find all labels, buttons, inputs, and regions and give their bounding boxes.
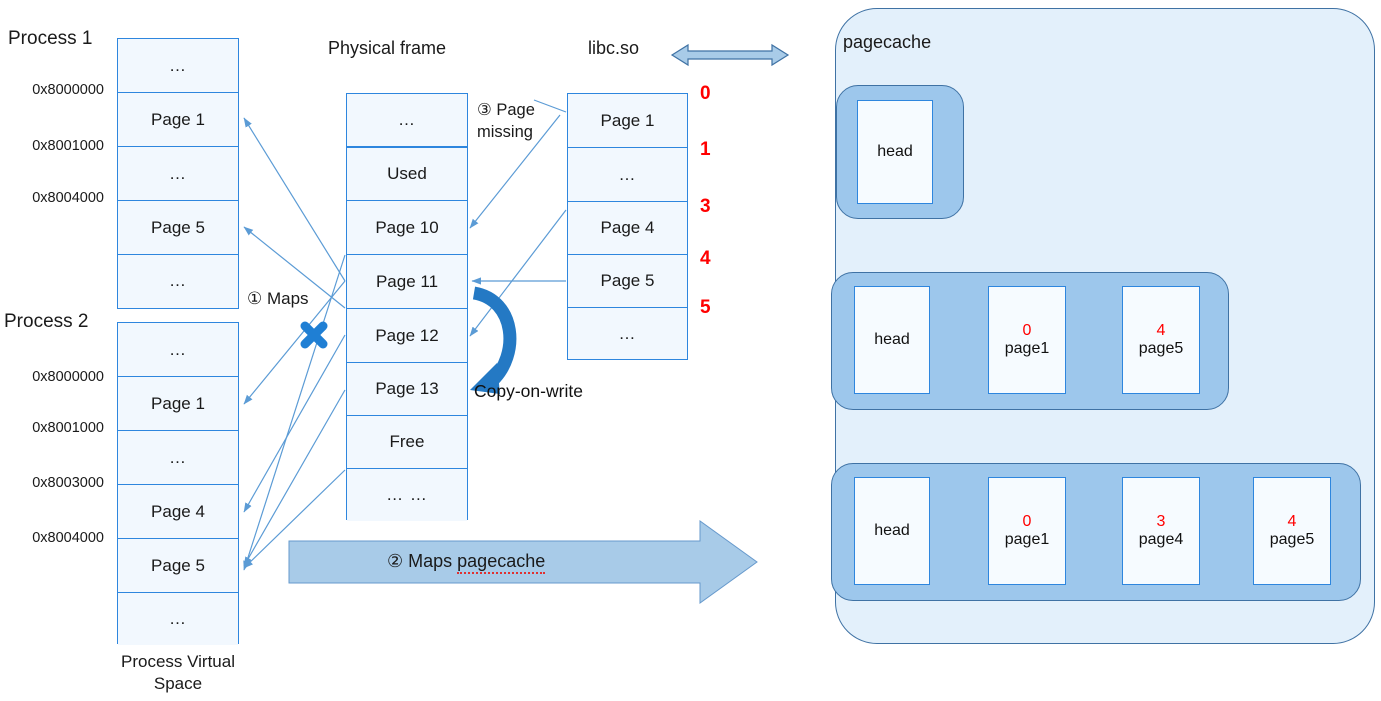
pagecache-stage3-node-0: head: [854, 477, 930, 585]
process1-cell-3: Page 5: [118, 201, 238, 255]
process2-cell-3: Page 4: [118, 485, 238, 539]
pagecache-stage3-node-3-name: page5: [1269, 530, 1315, 548]
process1-address-0: 0x8000000: [32, 82, 104, 98]
cross-mark-x: [300, 321, 328, 349]
libc-column: Page 1 … Page 4 Page 5 …: [567, 93, 688, 360]
pagecache-stage3-node-1-index: 0: [1022, 513, 1032, 530]
physical-frame-cell-3: Page 11: [347, 255, 467, 309]
pagecache-stage3-node-1-name: page1: [1004, 530, 1050, 548]
copy-on-write-arrow: [470, 286, 517, 394]
pagecache-stage2-node-1-name: page1: [1004, 339, 1050, 357]
pagecache-stage3-node-2: 3 page4: [1122, 477, 1200, 585]
libc-cell-3: Page 5: [568, 255, 687, 308]
process1-address-1: 0x8001000: [32, 138, 104, 154]
pagecache-stage2-node-2: 4 page5: [1122, 286, 1200, 394]
libc-cell-0: Page 1: [568, 94, 687, 148]
pagecache-stage3-node-2-index: 3: [1156, 513, 1166, 530]
process1-cell-2: …: [118, 147, 238, 201]
process2-address-3: 0x8004000: [32, 530, 104, 546]
virtual-space-caption-line1: Process Virtual: [120, 652, 235, 671]
pagecache-stage3-node-2-name: page4: [1138, 530, 1184, 548]
annotation-maps-pagecache: ② Maps pagecache: [387, 551, 546, 574]
libc-index-3: 4: [700, 248, 711, 269]
process2-cell-4: Page 5: [118, 539, 238, 593]
libc-cell-4: …: [568, 308, 687, 359]
diagram-canvas: Process 1 0x8000000 0x8001000 0x8004000 …: [0, 0, 1381, 701]
pagecache-stage3-node-3-index: 4: [1287, 513, 1297, 530]
pagecache-title: pagecache: [843, 32, 932, 52]
physical-frame-cell-5: Page 13: [347, 363, 467, 416]
process1-cell-1: Page 1: [118, 93, 238, 147]
process2-title: Process 2: [4, 311, 89, 332]
annotation-maps: ① Maps: [247, 289, 309, 308]
physical-frame-cell-0: …: [347, 94, 467, 148]
maps-pagecache-word: pagecache: [457, 551, 546, 574]
annotation-page-missing-line2: missing: [477, 123, 533, 141]
maps-pagecache-prefix: ② Maps: [387, 551, 458, 571]
pagecache-stage1-node-head: head: [857, 100, 933, 204]
annotation-copy-on-write: Copy-on-write: [474, 381, 583, 401]
process1-cell-4: …: [118, 255, 238, 307]
process2-memory-column: … Page 1 … Page 4 Page 5 …: [117, 322, 239, 645]
process2-cell-2: …: [118, 431, 238, 485]
process1-memory-column: … Page 1 … Page 5 …: [117, 38, 239, 309]
bidirectional-arrow: [670, 43, 790, 67]
process1-cell-0: …: [118, 39, 238, 93]
process2-address-1: 0x8001000: [32, 420, 104, 436]
physical-frame-cell-1: Used: [347, 148, 467, 201]
virtual-space-caption-line2: Space: [153, 674, 203, 693]
libc-index-1: 1: [700, 139, 711, 160]
physical-frame-cell-4: Page 12: [347, 309, 467, 363]
pagecache-stage3-node-1: 0 page1: [988, 477, 1066, 585]
pagecache-stage3-node-0-name: head: [874, 521, 910, 539]
pagecache-stage2-node-1-index: 0: [1022, 322, 1032, 339]
libc-cell-1: …: [568, 148, 687, 202]
libc-index-2: 3: [700, 196, 711, 217]
pagecache-stage1-node-0-name: head: [877, 142, 913, 160]
pagecache-stage2-node-0: head: [854, 286, 930, 394]
process1-title: Process 1: [8, 28, 93, 49]
pagecache-stage2-node-1: 0 page1: [988, 286, 1066, 394]
libc-index-0: 0: [700, 83, 711, 104]
pagecache-stage2-node-0-name: head: [874, 330, 910, 348]
annotation-page-missing-line1: ③ Page: [477, 101, 535, 119]
process1-address-2: 0x8004000: [32, 190, 104, 206]
pagecache-stage3-node-3: 4 page5: [1253, 477, 1331, 585]
libc-index-4: 5: [700, 297, 711, 318]
pagecache-stage2-node-2-name: page5: [1138, 339, 1184, 357]
process2-address-0: 0x8000000: [32, 369, 104, 385]
process2-address-2: 0x8003000: [32, 475, 104, 491]
process2-cell-5: …: [118, 593, 238, 645]
physical-frame-cell-7: … …: [347, 469, 467, 521]
physical-frame-column: … Used Page 10 Page 11 Page 12 Page 13 F…: [346, 93, 468, 521]
physical-frame-cell-6: Free: [347, 416, 467, 469]
physical-frame-title: Physical frame: [328, 38, 447, 58]
process2-cell-0: …: [118, 323, 238, 377]
libc-cell-2: Page 4: [568, 202, 687, 255]
pagecache-stage2-node-2-index: 4: [1156, 322, 1166, 339]
process2-cell-1: Page 1: [118, 377, 238, 431]
physical-frame-cell-2: Page 10: [347, 201, 467, 255]
libc-title: libc.so: [588, 38, 640, 58]
